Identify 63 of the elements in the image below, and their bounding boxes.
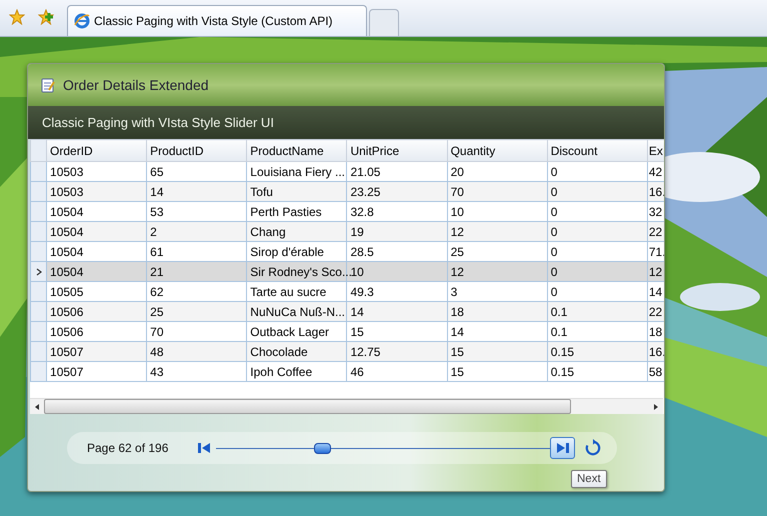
favorites-star-icon[interactable]: [9, 9, 25, 25]
table-cell: 0.15: [547, 342, 648, 362]
header-corner: [30, 140, 47, 162]
table-cell: 70: [447, 182, 548, 202]
row-header[interactable]: [30, 262, 47, 282]
table-cell: Chocolade: [246, 342, 347, 362]
table-cell: 43: [146, 362, 247, 382]
table-cell: 23.25: [346, 182, 448, 202]
browser-logo-icon: [74, 13, 90, 29]
table-cell: 15: [447, 342, 548, 362]
column-header[interactable]: ProductID: [146, 140, 247, 162]
scrollbar-thumb[interactable]: [44, 399, 571, 414]
column-header[interactable]: ProductName: [246, 140, 347, 162]
table-cell: 2: [146, 222, 247, 242]
next-page-button[interactable]: [550, 437, 575, 459]
table-cell: 10503: [46, 182, 147, 202]
table-cell: 0.1: [547, 302, 648, 322]
column-header[interactable]: OrderID: [46, 140, 147, 162]
table-cell: 15: [447, 362, 548, 382]
table-cell: 14: [146, 182, 247, 202]
table-cell: NuNuCa Nuß-N...: [246, 302, 347, 322]
table-cell: 21: [146, 262, 247, 282]
table-cell: 10504: [46, 262, 147, 282]
table-cell: 14: [346, 302, 448, 322]
notepad-icon: [40, 77, 56, 93]
column-header[interactable]: Ex: [647, 140, 664, 162]
window-title: Order Details Extended: [63, 77, 209, 93]
table-cell: 12.75: [346, 342, 448, 362]
horizontal-scrollbar[interactable]: [30, 398, 663, 414]
skip-to-end-icon: [554, 440, 570, 456]
refresh-icon[interactable]: [584, 439, 602, 457]
page-label: Page 62 of 196: [87, 441, 170, 455]
table-cell: 0: [547, 182, 648, 202]
table-cell: 48: [146, 342, 247, 362]
table-cell: 10507: [46, 362, 147, 382]
column-header[interactable]: Discount: [547, 140, 648, 162]
current-row-icon: [36, 268, 42, 276]
grid-caption: Classic Paging with VIsta Style Slider UI: [28, 106, 664, 139]
browser-tab[interactable]: Classic Paging with Vista Style (Custom API): [67, 5, 367, 36]
scroll-right-icon[interactable]: [652, 402, 660, 410]
table-cell: Ipoh Coffee: [246, 362, 347, 382]
slider-thumb[interactable]: [314, 442, 331, 454]
table-cell: Chang: [246, 222, 347, 242]
table-cell: 18: [447, 302, 548, 322]
column-header[interactable]: Quantity: [447, 140, 548, 162]
table-cell: 0: [547, 262, 648, 282]
table-cell: 0: [547, 222, 648, 242]
table-cell: 10507: [46, 342, 147, 362]
column-header[interactable]: UnitPrice: [346, 140, 448, 162]
table-cell: 10504: [46, 222, 147, 242]
tooltip: Next: [571, 470, 607, 488]
table-cell: 0.15: [547, 362, 648, 382]
table-cell: 46: [346, 362, 448, 382]
scroll-left-icon[interactable]: [33, 402, 41, 410]
table-cell: 12: [447, 262, 548, 282]
new-tab[interactable]: [369, 9, 399, 36]
table-cell: 10506: [46, 302, 147, 322]
add-favorite-icon[interactable]: [38, 9, 54, 25]
table-cell: Tofu: [246, 182, 347, 202]
table-cell: 19: [346, 222, 448, 242]
skip-to-start-icon: [196, 440, 212, 456]
table-cell: 12: [447, 222, 548, 242]
table-cell: 25: [146, 302, 247, 322]
